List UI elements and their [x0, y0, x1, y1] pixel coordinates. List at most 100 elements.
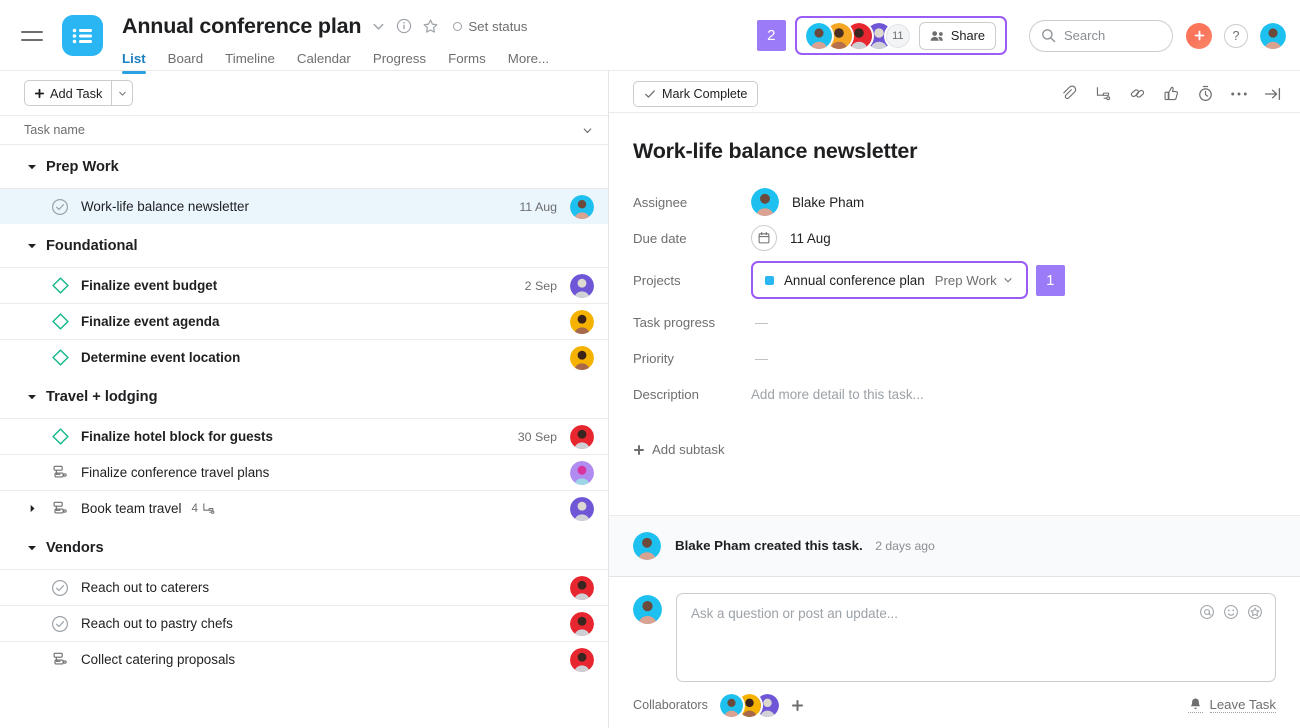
row-expander-triangle-icon[interactable] [24, 504, 40, 513]
assignee-value[interactable]: Blake Pham [751, 188, 864, 216]
description-input[interactable]: Add more detail to this task... [751, 387, 924, 402]
info-circle-icon[interactable] [396, 18, 412, 34]
milestone-diamond-icon[interactable] [48, 427, 72, 446]
add-task-caret-icon[interactable] [111, 81, 132, 105]
priority-value[interactable]: — [751, 351, 768, 366]
avatar[interactable] [570, 309, 594, 334]
tab-calendar[interactable]: Calendar [297, 51, 351, 73]
search-input[interactable] [1064, 28, 1161, 43]
project-list-logo-icon[interactable] [62, 15, 103, 56]
table-row[interactable]: Collect catering proposals [0, 641, 608, 677]
collapse-triangle-icon[interactable] [24, 241, 40, 251]
section-header-vendors[interactable]: Vendors [0, 526, 608, 569]
table-row[interactable]: Finalize hotel block for guests 30 Sep [0, 418, 608, 454]
chevron-down-icon[interactable] [581, 124, 594, 137]
avatar[interactable] [570, 194, 594, 219]
mention-at-icon[interactable] [1199, 604, 1215, 620]
add-collaborator-button[interactable] [791, 699, 804, 712]
task-due-date[interactable]: 2 Sep [525, 279, 557, 293]
quick-add-button[interactable] [1186, 22, 1212, 49]
comment-input[interactable]: Ask a question or post an update... [676, 593, 1276, 682]
table-row[interactable]: Finalize conference travel plans [0, 454, 608, 490]
task-name[interactable]: Finalize conference travel plans [81, 465, 269, 480]
check-circle-icon[interactable] [48, 579, 72, 597]
set-status-button[interactable]: Set status [453, 19, 527, 34]
avatar[interactable] [633, 532, 661, 560]
hamburger-icon[interactable] [21, 0, 43, 71]
avatar[interactable] [570, 647, 594, 672]
task-name[interactable]: Determine event location [81, 350, 240, 365]
avatar[interactable] [570, 460, 594, 485]
help-button[interactable]: ? [1224, 23, 1248, 48]
collapse-triangle-icon[interactable] [24, 162, 40, 172]
task-name[interactable]: Reach out to caterers [81, 580, 209, 595]
star-outline-icon[interactable] [422, 18, 439, 35]
copy-link-icon[interactable] [1126, 83, 1148, 105]
milestone-diamond-icon[interactable] [48, 276, 72, 295]
project-section-dropdown[interactable]: Prep Work [935, 273, 1014, 288]
avatar[interactable] [570, 496, 594, 521]
calendar-icon[interactable] [751, 225, 777, 251]
leave-task-button[interactable]: Leave Task [1187, 697, 1276, 713]
like-thumbs-up-icon[interactable] [1160, 83, 1182, 105]
avatar[interactable] [570, 611, 594, 636]
table-row[interactable]: Reach out to caterers [0, 569, 608, 605]
section-header-travel-lodging[interactable]: Travel + lodging [0, 375, 608, 418]
check-circle-icon[interactable] [48, 615, 72, 633]
project-name[interactable]: Annual conference plan [784, 273, 925, 288]
emoji-smiley-icon[interactable] [1223, 604, 1239, 620]
milestone-diamond-icon[interactable] [48, 312, 72, 331]
timer-icon[interactable] [1194, 83, 1216, 105]
mark-complete-button[interactable]: Mark Complete [633, 80, 759, 107]
check-circle-icon[interactable] [48, 198, 72, 216]
add-subtask-icon[interactable] [1092, 83, 1114, 105]
task-name[interactable]: Finalize event budget [81, 278, 217, 293]
avatar[interactable] [570, 345, 594, 370]
add-subtask-button[interactable]: Add subtask [633, 442, 1276, 457]
add-task-label-group[interactable]: Add Task [25, 86, 111, 101]
task-name[interactable]: Finalize hotel block for guests [81, 429, 273, 444]
due-date-value[interactable]: 11 Aug [751, 225, 831, 251]
section-header-foundational[interactable]: Foundational [0, 224, 608, 267]
avatar[interactable] [570, 273, 594, 298]
sticker-star-icon[interactable] [1247, 604, 1263, 620]
task-detail-title[interactable]: Work-life balance newsletter [633, 139, 1276, 164]
collapse-triangle-icon[interactable] [24, 392, 40, 402]
task-name[interactable]: Collect catering proposals [81, 652, 235, 667]
table-row[interactable]: Finalize event budget 2 Sep [0, 267, 608, 303]
tab-forms[interactable]: Forms [448, 51, 486, 73]
table-row[interactable]: Work-life balance newsletter 11 Aug [0, 188, 608, 224]
task-name[interactable]: Book team travel [81, 501, 181, 516]
tab-more[interactable]: More... [508, 51, 549, 73]
subtask-icon[interactable] [48, 651, 72, 668]
attachment-paperclip-icon[interactable] [1058, 83, 1080, 105]
avatar[interactable] [805, 22, 832, 49]
task-name[interactable]: Reach out to pastry chefs [81, 616, 233, 631]
table-row[interactable]: Book team travel 4 [0, 490, 608, 526]
table-row[interactable]: Finalize event agenda [0, 303, 608, 339]
share-button[interactable]: Share [918, 21, 996, 50]
subtask-icon[interactable] [48, 464, 72, 481]
collapse-right-icon[interactable] [1262, 83, 1284, 105]
milestone-diamond-icon[interactable] [48, 348, 72, 367]
task-due-date[interactable]: 30 Sep [518, 430, 557, 444]
task-name[interactable]: Finalize event agenda [81, 314, 219, 329]
task-name[interactable]: Work-life balance newsletter [81, 199, 249, 214]
avatar[interactable] [751, 188, 779, 216]
task-progress-value[interactable]: — [751, 315, 768, 330]
tab-board[interactable]: Board [168, 51, 203, 73]
members-overflow-count[interactable]: 11 [885, 23, 910, 48]
avatar[interactable] [570, 575, 594, 600]
more-ellipsis-icon[interactable] [1228, 83, 1250, 105]
section-header-prep-work[interactable]: Prep Work [0, 145, 608, 188]
subtask-icon[interactable] [48, 500, 72, 517]
task-due-date[interactable]: 11 Aug [519, 200, 557, 214]
collapse-triangle-icon[interactable] [24, 543, 40, 553]
tab-list[interactable]: List [122, 51, 146, 74]
tab-timeline[interactable]: Timeline [225, 51, 275, 73]
add-task-button[interactable]: Add Task [24, 80, 134, 106]
account-avatar[interactable] [1260, 22, 1286, 49]
avatar[interactable] [633, 595, 662, 624]
table-row[interactable]: Reach out to pastry chefs [0, 605, 608, 641]
tab-progress[interactable]: Progress [373, 51, 426, 73]
